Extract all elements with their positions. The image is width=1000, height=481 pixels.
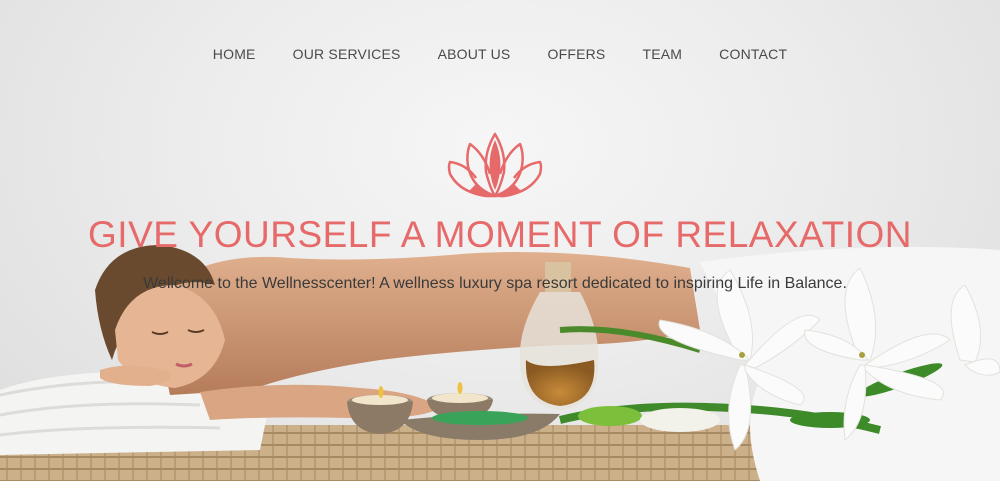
nav-link-team[interactable]: TEAM <box>624 44 701 64</box>
nav-link-home[interactable]: HOME <box>194 44 274 64</box>
nav-link-contact[interactable]: CONTACT <box>701 44 806 64</box>
nav-link-offers[interactable]: OFFERS <box>529 44 624 64</box>
nav-link-our-services[interactable]: OUR SERVICES <box>274 44 419 64</box>
lotus-icon <box>447 132 543 198</box>
hero-section: HOME OUR SERVICES ABOUT US OFFERS TEAM C… <box>0 0 1000 481</box>
hero-headline: GIVE YOURSELF A MOMENT OF RELAXATION <box>88 214 912 255</box>
hero-subline: Wellcome to the Wellnesscenter! A wellne… <box>143 275 847 292</box>
nav-link-about-us[interactable]: ABOUT US <box>419 44 529 64</box>
main-nav: HOME OUR SERVICES ABOUT US OFFERS TEAM C… <box>0 44 1000 64</box>
